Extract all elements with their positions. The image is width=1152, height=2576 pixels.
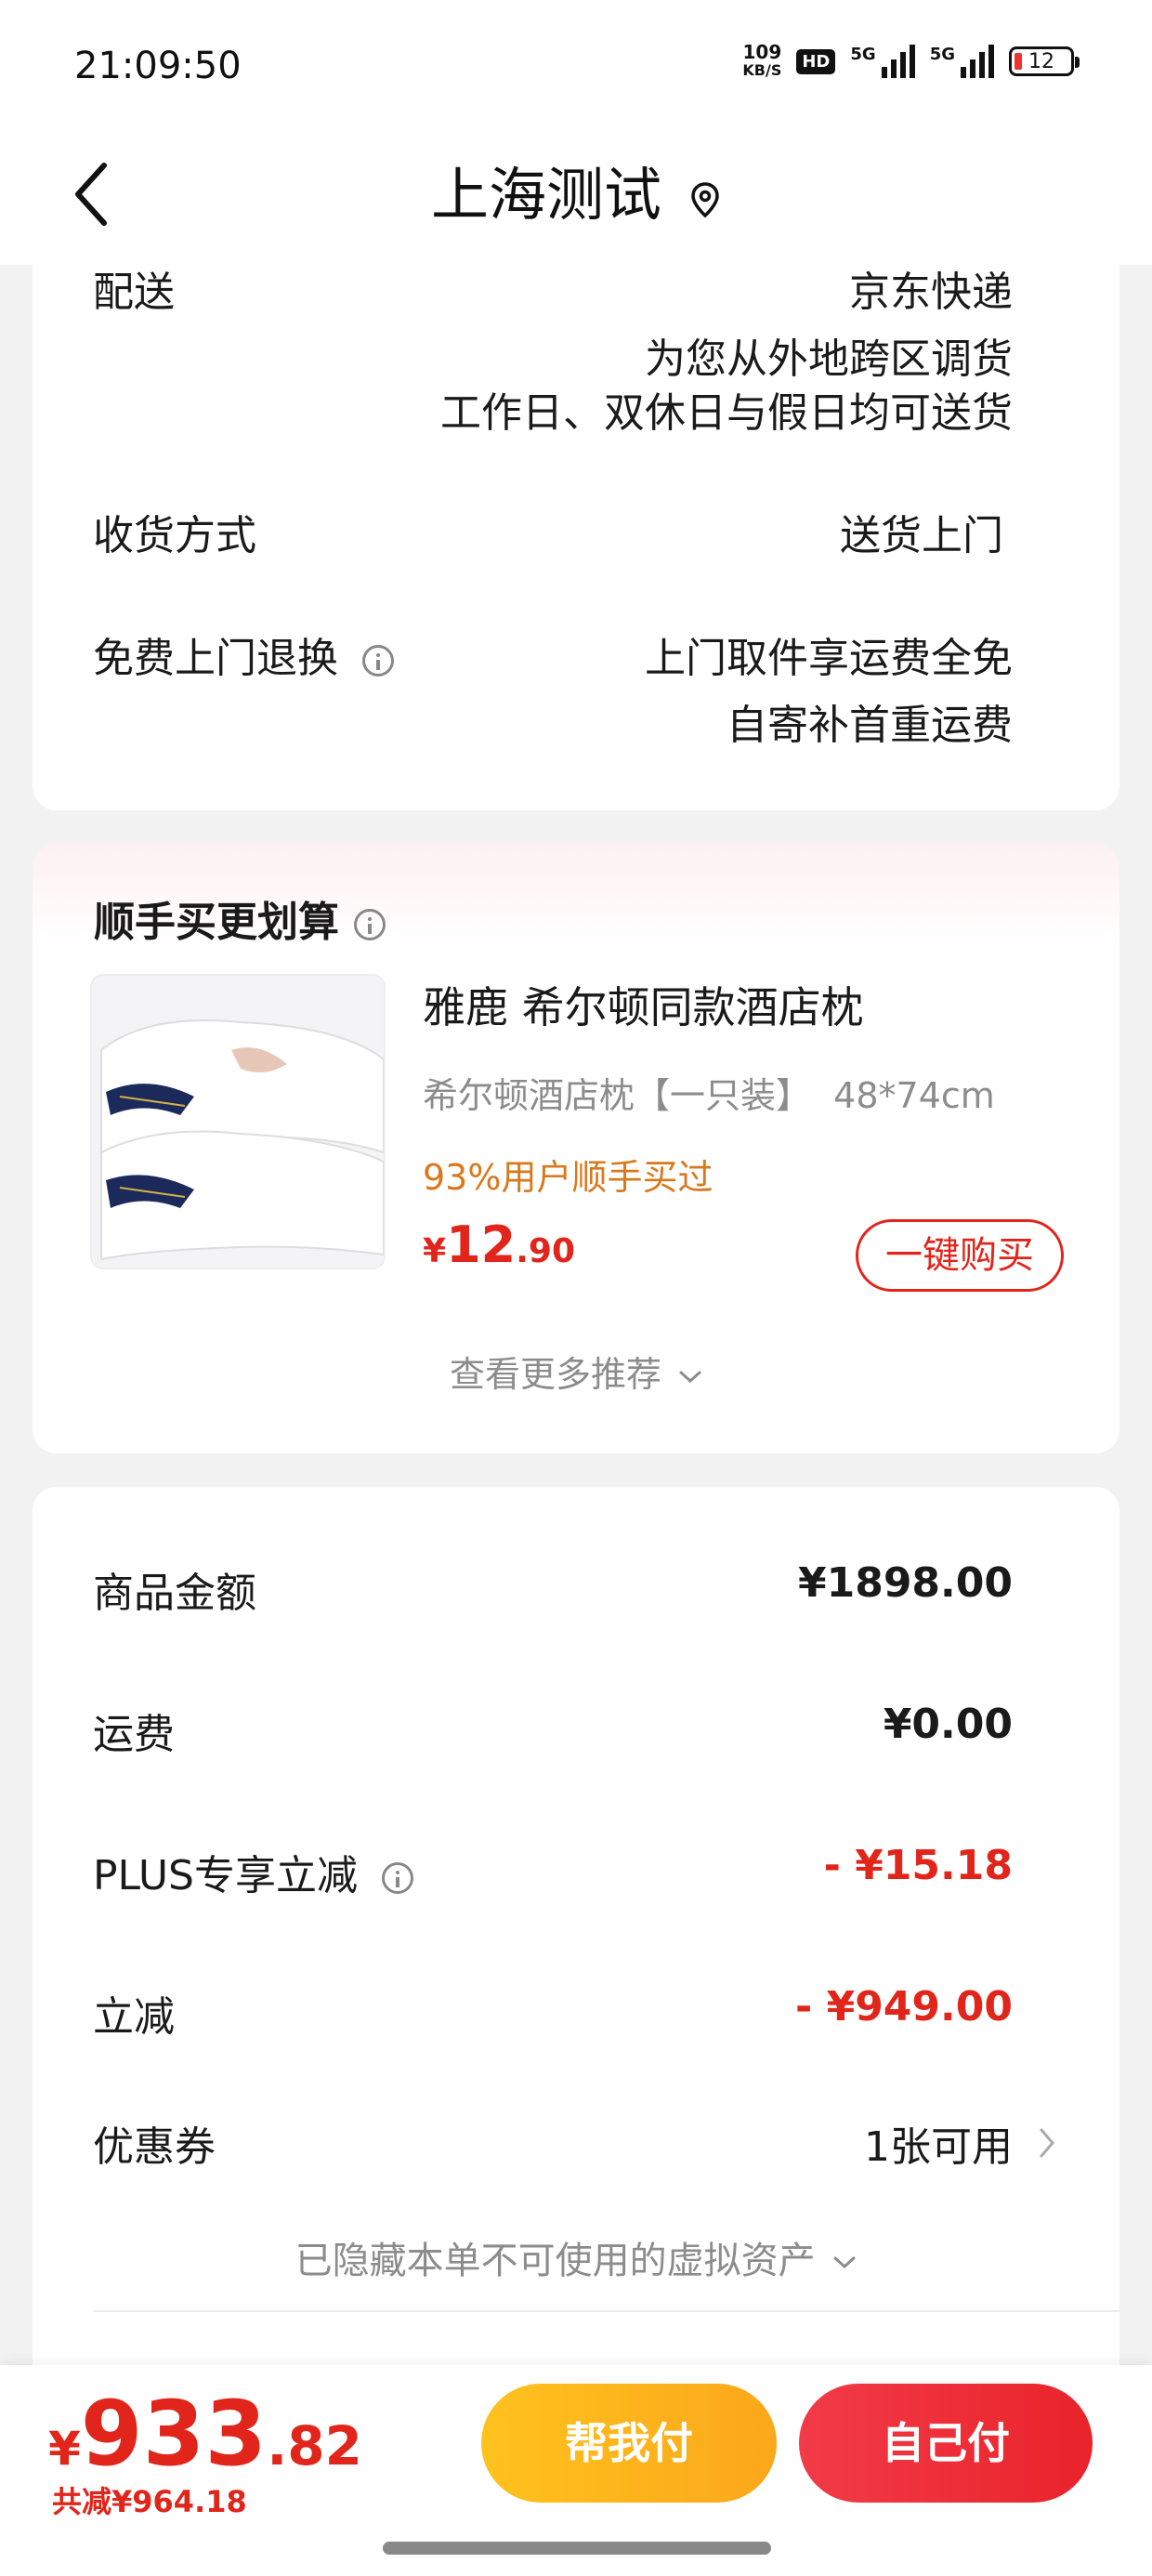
- info-icon[interactable]: [382, 1862, 413, 1894]
- free-return-label: 免费上门退换: [93, 635, 338, 682]
- signal-2-label: 5G: [929, 45, 955, 64]
- product-image[interactable]: [90, 974, 386, 1269]
- product-stat: 93%用户顺手买过: [423, 1157, 713, 1198]
- recommend-card: 顺手买更划算 雅鹿 希尔顿同款酒店枕 希尔顿酒店枕【一只装】 48*74cm 9…: [33, 844, 1119, 1453]
- home-indicator[interactable]: [383, 2542, 771, 2555]
- status-icons: 109 KB/S HD 5G 5G 12: [742, 43, 1080, 80]
- recommend-title: 顺手买更划算: [94, 899, 339, 946]
- free-return-value-2: 自寄补首重运费: [727, 702, 1013, 749]
- hidden-assets-toggle[interactable]: 已隐藏本单不可使用的虚拟资产: [33, 2230, 1119, 2284]
- receive-method-label: 收货方式: [93, 512, 256, 559]
- chevron-down-icon: [833, 2256, 856, 2269]
- coupon-value[interactable]: 1张可用: [864, 2113, 1013, 2173]
- receive-method-value[interactable]: 送货上门: [840, 502, 1003, 561]
- price-symbol: ¥: [423, 1232, 447, 1270]
- delivery-value-1: 京东快递: [849, 269, 1013, 316]
- battery-level: 12: [1028, 49, 1054, 73]
- product-spec: 希尔顿酒店枕【一只装】 48*74cm: [423, 1075, 995, 1116]
- info-icon[interactable]: [354, 909, 386, 940]
- one-click-buy-button[interactable]: 一键购买: [856, 1219, 1064, 1292]
- instant-discount-label: 立减: [93, 1993, 175, 2041]
- total-price-symbol: ¥: [48, 2422, 81, 2476]
- delivery-value-2: 为您从外地跨区调货: [645, 335, 1013, 383]
- price-int: 12: [446, 1216, 517, 1274]
- address-title[interactable]: 上海测试: [0, 149, 1152, 245]
- status-bar: 21:09:50 109 KB/S HD 5G 5G 12: [0, 0, 1152, 130]
- battery-icon: 12: [1009, 46, 1080, 76]
- hd-voice-icon: HD: [796, 48, 836, 74]
- signal-icon-1: 5G: [850, 45, 915, 78]
- chevron-down-icon: [679, 1371, 701, 1383]
- delivery-card: 配送 京东快递 为您从外地跨区调货 工作日、双休日与假日均可送货 收货方式 送货…: [33, 232, 1119, 810]
- chevron-right-icon[interactable]: [1038, 2126, 1056, 2160]
- goods-amount-label: 商品金额: [93, 1570, 256, 1617]
- plus-discount-label: PLUS专享立减: [93, 1852, 358, 1899]
- total-price: ¥933.82: [48, 2382, 362, 2486]
- free-return-row: 免费上门退换: [93, 624, 394, 684]
- delivery-value-3: 工作日、双休日与假日均可送货: [440, 389, 1013, 437]
- total-saved: 共减¥964.18: [52, 2484, 247, 2519]
- network-speed-unit: KB/S: [742, 61, 782, 79]
- network-speed-value: 109: [742, 41, 782, 63]
- signal-1-label: 5G: [850, 45, 876, 64]
- instant-discount-value: - ¥949.00: [795, 1983, 1013, 2031]
- price-summary-card: 商品金额 ¥1898.00 运费 ¥0.00 PLUS专享立减 - ¥15.18…: [33, 1487, 1119, 2416]
- total-price-dec: .82: [267, 2414, 362, 2477]
- shipping-label: 运费: [93, 1711, 175, 1758]
- signal-icon-2: 5G: [930, 45, 994, 78]
- price-dec: .90: [516, 1232, 575, 1270]
- help-pay-button[interactable]: 帮我付: [481, 2384, 777, 2503]
- more-recommend-label: 查看更多推荐: [449, 1354, 661, 1395]
- divider: [93, 2310, 1119, 2312]
- shipping-value: ¥0.00: [883, 1701, 1013, 1748]
- total-price-int: 933: [80, 2382, 268, 2486]
- status-time: 21:09:50: [74, 45, 242, 87]
- product-price: ¥12.90: [423, 1216, 575, 1274]
- network-speed: 109 KB/S: [742, 43, 781, 80]
- coupon-label: 优惠券: [93, 2123, 216, 2171]
- delivery-label: 配送: [93, 269, 175, 316]
- self-pay-button[interactable]: 自己付: [799, 2384, 1093, 2503]
- hidden-assets-label: 已隐藏本单不可使用的虚拟资产: [295, 2240, 816, 2282]
- recommend-title-row: 顺手买更划算: [94, 888, 386, 948]
- info-icon[interactable]: [362, 645, 394, 677]
- page-title: 上海测试: [430, 161, 661, 229]
- product-name[interactable]: 雅鹿 希尔顿同款酒店枕: [423, 974, 864, 1035]
- plus-discount-value: - ¥15.18: [823, 1842, 1013, 1889]
- free-return-value-1: 上门取件享运费全免: [645, 635, 1013, 682]
- pillow-image: [92, 976, 384, 1268]
- more-recommend-link[interactable]: 查看更多推荐: [33, 1346, 1119, 1397]
- goods-amount-value: ¥1898.00: [797, 1559, 1013, 1607]
- location-pin-icon: [689, 152, 721, 245]
- plus-discount-row: PLUS专享立减: [93, 1842, 413, 1901]
